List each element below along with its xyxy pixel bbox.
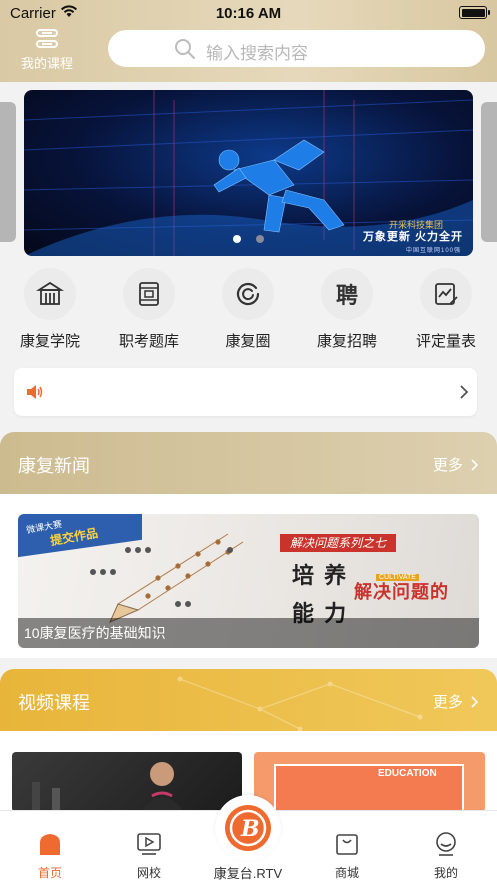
video-section-title: 视频课程 — [18, 693, 90, 713]
brand-logo-icon: B — [225, 805, 271, 851]
video-more-label: 更多 — [432, 694, 463, 711]
tab-rtv-label: 康复台.RTV — [213, 866, 283, 881]
tab-shop[interactable]: 商城 — [307, 811, 387, 881]
shop-icon — [336, 834, 358, 855]
top-header: Carrier 10:16 AM 我的课程 输入搜索内容 — [0, 0, 497, 82]
tab-label: 首页 — [37, 866, 62, 880]
news-card-caption: 10康复医疗的基础知识 — [18, 618, 479, 648]
video-section-header: 视频课程 更多 — [0, 669, 497, 731]
assessment-chart-icon — [435, 283, 458, 305]
speaker-icon — [27, 385, 43, 399]
quick-nav-label: 康复圈 — [225, 333, 271, 350]
search-icon — [175, 39, 195, 59]
quick-nav-college[interactable]: 康复学院 — [10, 268, 90, 351]
my-course-label: 我的课程 — [20, 56, 73, 71]
tab-label: 我的 — [433, 866, 458, 880]
search-placeholder: 输入搜索内容 — [206, 44, 308, 63]
quick-nav-circle[interactable]: 康复圈 — [208, 268, 288, 351]
quick-nav-label: 评定量表 — [415, 333, 476, 350]
news-more-link[interactable]: 更多 — [433, 454, 479, 475]
chevron-right-icon — [471, 696, 479, 708]
video-thumbnail-fitness[interactable] — [12, 752, 242, 810]
status-bar: Carrier 10:16 AM — [0, 0, 497, 26]
course-list-icon — [36, 29, 58, 48]
tab-online-school[interactable]: 网校 — [109, 811, 189, 881]
announcement-bar[interactable] — [14, 368, 477, 416]
my-course-button[interactable]: 我的课程 — [14, 28, 80, 72]
quick-nav-question-bank[interactable]: 职考题库 — [109, 268, 189, 351]
tab-label: 商城 — [334, 866, 359, 880]
card-heading-1: 培 养 — [292, 563, 349, 588]
quick-nav-recruit[interactable]: 聘 康复招聘 — [307, 268, 387, 351]
pager-dot-2[interactable] — [255, 235, 264, 243]
tab-profile[interactable]: 我的 — [406, 811, 486, 881]
banner-next-peek[interactable] — [481, 102, 497, 242]
question-bank-icon — [139, 282, 159, 306]
quick-nav-assessment[interactable]: 评定量表 — [406, 268, 486, 351]
main-content[interactable]: 开采科技集团 万象更新 火力全开 中国互联网100强 康复学院 职考题库 康复圈… — [0, 82, 497, 810]
home-icon — [40, 834, 60, 855]
news-section-header: 康复新闻 更多 — [0, 432, 497, 494]
news-card[interactable]: 微课大赛 提交作品 解决问题系列之七 培 养 CULTIVATE 解决问题的 能… — [18, 514, 479, 648]
news-section-body: 微课大赛 提交作品 解决问题系列之七 培 养 CULTIVATE 解决问题的 能… — [0, 494, 497, 658]
series-tag: 解决问题系列之七 — [280, 534, 397, 552]
promo-banner[interactable]: 开采科技集团 万象更新 火力全开 中国互联网100强 — [24, 90, 473, 256]
quick-nav: 康复学院 职考题库 康复圈 聘 康复招聘 评定量表 — [0, 268, 497, 351]
banner-pager[interactable] — [24, 230, 473, 248]
school-building-icon — [36, 281, 64, 305]
quick-nav-label: 康复招聘 — [316, 333, 377, 350]
tab-home[interactable]: 首页 — [10, 811, 90, 881]
pager-dot-1[interactable] — [233, 235, 242, 243]
athlete-photo — [32, 762, 183, 810]
clock: 10:16 AM — [215, 5, 282, 22]
news-more-label: 更多 — [432, 457, 463, 474]
chevron-right-icon — [460, 385, 469, 399]
search-input[interactable]: 输入搜索内容 — [108, 30, 485, 67]
card-heading-2: 解决问题的 — [354, 582, 449, 602]
quick-nav-label: 职考题库 — [118, 333, 179, 350]
bottom-tab-bar: 首页 网校 B 康复台.RTV 商城 我的 — [0, 795, 497, 883]
tab-rtv-button[interactable]: B — [215, 795, 281, 861]
quick-nav-label: 康复学院 — [19, 333, 80, 350]
banner-prev-peek[interactable] — [0, 102, 16, 242]
tab-label: 网校 — [136, 866, 161, 880]
news-section-title: 康复新闻 — [18, 456, 90, 476]
recruit-icon: 聘 — [335, 283, 358, 308]
video-play-icon — [137, 833, 161, 855]
video-more-link[interactable]: 更多 — [433, 691, 479, 712]
education-label: EDUCATION — [378, 768, 437, 779]
chevron-right-icon — [471, 459, 479, 471]
svg-text:B: B — [240, 816, 260, 842]
video-thumbnail-education[interactable]: EDUCATION — [254, 752, 485, 810]
battery-icon — [459, 6, 490, 19]
circle-community-icon — [236, 282, 260, 306]
profile-icon — [436, 832, 456, 856]
